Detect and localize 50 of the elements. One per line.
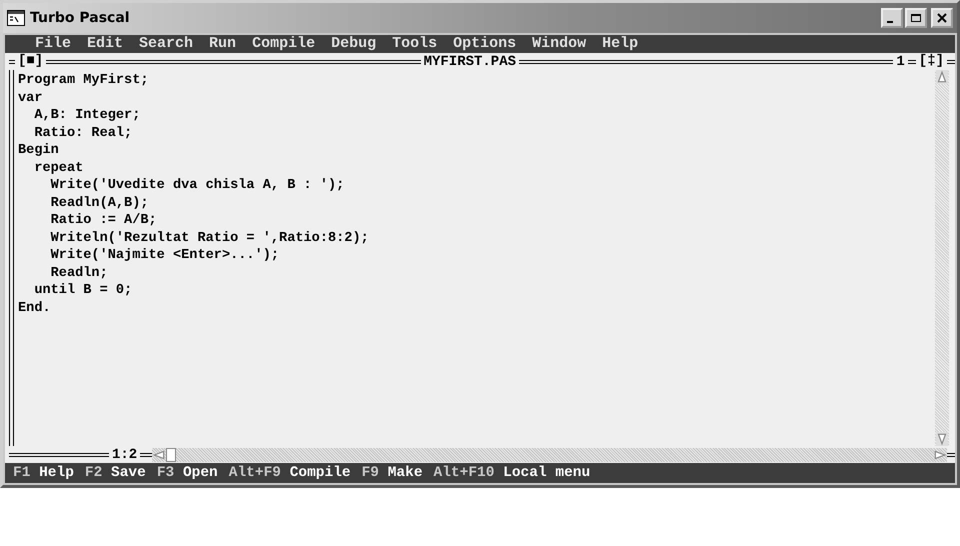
code-line: Ratio := A/B;: [50, 213, 157, 228]
code-line: Readln;: [50, 266, 108, 280]
code-line: A,B: Integer;: [33, 108, 140, 123]
close-button[interactable]: [931, 8, 953, 28]
code-line: until B = 0;: [33, 283, 132, 298]
scroll-thumb[interactable]: [166, 448, 176, 462]
console-icon: [7, 10, 25, 26]
vertical-scrollbar[interactable]: [935, 70, 949, 446]
code-line: End.: [18, 300, 51, 316]
code-line: Begin: [18, 143, 59, 158]
menu-item[interactable]: Search: [131, 35, 202, 53]
code-line: repeat: [33, 160, 84, 176]
minimize-button[interactable]: [881, 8, 903, 28]
menu-item[interactable]: Edit: [79, 35, 132, 53]
menu-item[interactable]: Options: [445, 35, 524, 53]
right-arrow-icon[interactable]: [933, 448, 947, 460]
shortcut-item[interactable]: Alt+F10 Local menu: [434, 464, 602, 482]
code-line: Ratio: Real;: [33, 126, 132, 140]
horizontal-scrollbar[interactable]: [152, 448, 947, 462]
menu-item[interactable]: Compile: [244, 35, 324, 53]
menu-item[interactable]: File: [27, 35, 80, 53]
shortcut-item[interactable]: F1 Help: [13, 464, 85, 482]
code-line: var: [18, 90, 42, 106]
shortcut-item[interactable]: Alt+F9 Compile: [228, 464, 362, 482]
menu-item[interactable]: Run: [201, 35, 244, 53]
close-icon: [936, 13, 948, 23]
window-number: 1: [895, 54, 906, 70]
shortcut-item[interactable]: F2 Save: [84, 464, 157, 482]
menu-item[interactable]: Debug: [323, 35, 384, 53]
shortcut-item[interactable]: F3 Open: [156, 464, 229, 482]
code-line: Readln(A,B);: [50, 196, 149, 210]
cursor-position: 1:2: [111, 446, 138, 462]
minimize-icon: [887, 20, 893, 22]
file-title: MYFIRST.PAS: [422, 54, 518, 70]
window-title: Turbo Pascal: [30, 10, 130, 26]
code-line: Program MyFirst;: [18, 73, 149, 88]
up-arrow-icon[interactable]: [935, 70, 949, 84]
menu-item[interactable]: Window: [524, 35, 594, 53]
code-line: Write('Uvedite dva chisla A, B : ');: [50, 178, 344, 193]
maximize-button[interactable]: [905, 8, 927, 28]
zoom-box[interactable]: [‡]: [916, 53, 948, 70]
shortcut-item[interactable]: F9 Make: [362, 464, 434, 482]
code-line: Writeln('Rezultat Ratio = ',Ratio:8:2);: [50, 230, 369, 246]
maximize-icon: [910, 13, 922, 23]
close-box[interactable]: [■]: [15, 53, 46, 70]
code-line: Write('Najmite <Enter>...');: [50, 248, 280, 263]
menu-item[interactable]: Help: [594, 35, 646, 53]
left-arrow-icon[interactable]: [152, 448, 166, 460]
menu-item[interactable]: Tools: [384, 35, 446, 53]
down-arrow-icon[interactable]: [935, 432, 949, 446]
